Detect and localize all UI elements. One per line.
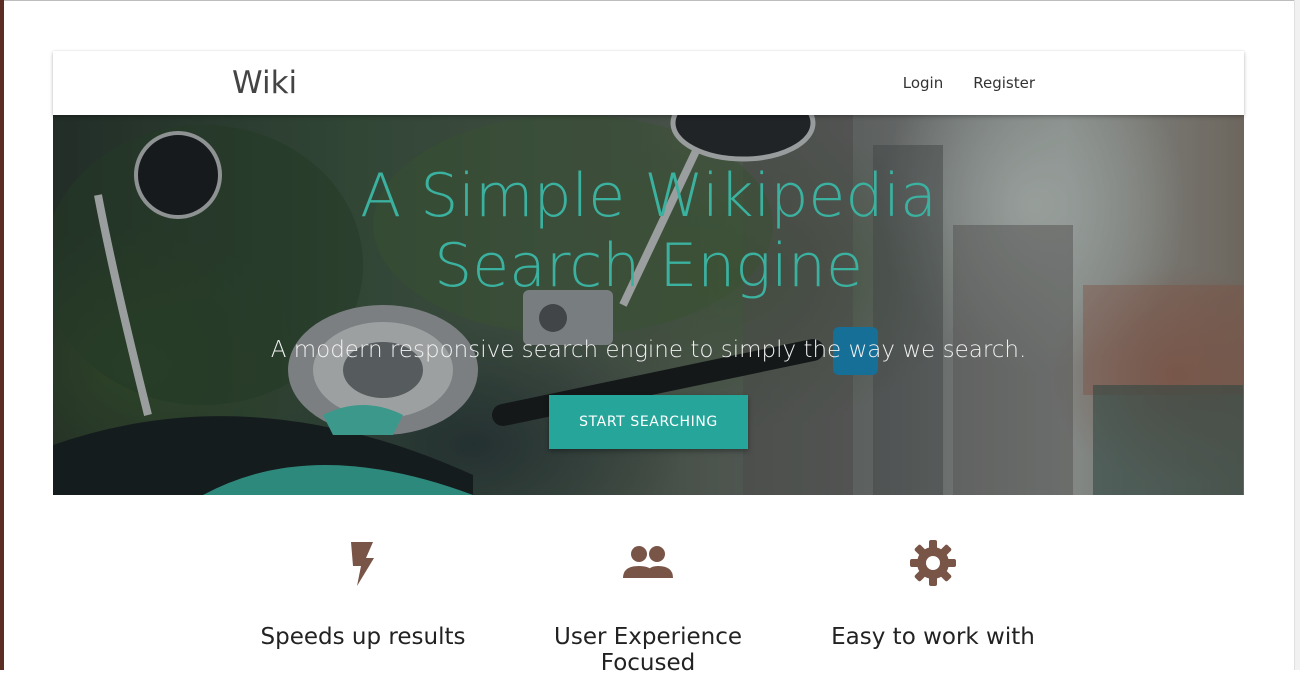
feature-title: User Experience Focused: [554, 624, 742, 676]
login-link[interactable]: Login: [888, 74, 958, 92]
hero-banner: A Simple Wikipedia Search Engine A moder…: [53, 115, 1244, 495]
feature-speed: Speeds up results: [228, 536, 498, 650]
hero-subtitle: A modern responsive search engine to sim…: [270, 337, 1027, 363]
nav-links: Login Register: [888, 51, 1050, 115]
start-searching-button[interactable]: START SEARCHING: [549, 395, 748, 449]
feature-title: Speeds up results: [260, 624, 466, 650]
feature-title: Easy to work with: [831, 624, 1035, 650]
users-icon: [623, 546, 673, 578]
bolt-icon: [351, 542, 374, 586]
gear-icon: [910, 540, 956, 586]
scrollbar[interactable]: [1294, 0, 1300, 670]
window-edge: [0, 0, 4, 670]
brand-logo[interactable]: Wiki: [232, 65, 297, 101]
page: Wiki Login Register A Simple Wikipedia S…: [53, 51, 1244, 676]
navbar: Wiki Login Register: [53, 51, 1244, 115]
feature-easy: Easy to work with: [798, 536, 1068, 650]
feature-ux: User Experience Focused: [513, 536, 783, 676]
register-link[interactable]: Register: [958, 74, 1050, 92]
hero-title: A Simple Wikipedia Search Engine: [360, 161, 937, 301]
